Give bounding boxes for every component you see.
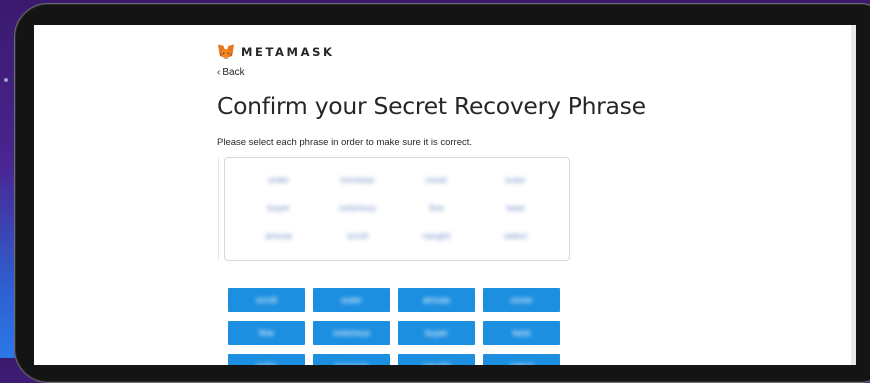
word-button-label: increase	[334, 361, 368, 365]
word-button[interactable]: select	[483, 354, 560, 365]
word-button[interactable]: fine	[228, 321, 305, 345]
word-button-label: amuse	[422, 295, 450, 305]
selected-word[interactable]: naught	[397, 228, 476, 244]
page-title: Confirm your Secret Recovery Phrase	[217, 92, 646, 120]
word-button[interactable]: scroll	[228, 288, 305, 312]
selected-phrase-area: order increase cover outer buyer notorio…	[218, 157, 570, 261]
word-button[interactable]: buyer	[398, 321, 475, 345]
selected-word[interactable]: amuse	[239, 228, 318, 244]
back-link[interactable]: ‹ Back	[217, 67, 245, 78]
brand-name: METAMASK	[241, 45, 335, 59]
brand-header: METAMASK	[217, 42, 637, 62]
word-button-label: buyer	[425, 328, 448, 338]
word-button[interactable]: amuse	[398, 288, 475, 312]
selected-word[interactable]: fine	[397, 200, 476, 216]
selected-word[interactable]: outer	[476, 172, 555, 188]
back-label: Back	[222, 67, 245, 78]
word-button[interactable]: outer	[313, 288, 390, 312]
selected-word[interactable]: order	[239, 172, 318, 188]
word-button[interactable]: order	[228, 354, 305, 365]
divider	[218, 158, 219, 260]
word-button-label: notorious	[332, 328, 371, 338]
main-content: METAMASK ‹ Back Confirm your Secret Reco…	[217, 42, 646, 148]
selected-word[interactable]: select	[476, 228, 555, 244]
word-button[interactable]: notorious	[313, 321, 390, 345]
word-button-label: order	[256, 361, 277, 365]
word-button-grid: scroll outer amuse cover fine notorious …	[228, 288, 560, 365]
word-button[interactable]: naught	[398, 354, 475, 365]
metamask-fox-icon	[218, 44, 234, 59]
selected-word[interactable]: buyer	[239, 200, 318, 216]
word-button-label: outer	[341, 295, 362, 305]
word-button-label: select	[510, 361, 534, 365]
word-button-label: scroll	[255, 295, 277, 305]
word-button-label: fine	[259, 328, 274, 338]
background-dot	[4, 78, 8, 82]
selected-word[interactable]: cover	[397, 172, 476, 188]
word-button-label: cover	[510, 295, 533, 305]
chevron-left-icon: ‹	[217, 67, 221, 78]
selected-word[interactable]: twist	[476, 200, 555, 216]
page-subtitle: Please select each phrase in order to ma…	[217, 137, 473, 148]
selected-word[interactable]: notorious	[318, 200, 397, 216]
selected-words-grid: order increase cover outer buyer notorio…	[239, 172, 555, 244]
selected-word[interactable]: scroll	[318, 228, 397, 244]
selected-word[interactable]: increase	[318, 172, 397, 188]
word-button[interactable]: increase	[313, 354, 390, 365]
word-button-label: twist	[512, 328, 531, 338]
word-button[interactable]: twist	[483, 321, 560, 345]
word-button-label: naught	[423, 361, 451, 365]
word-button[interactable]: cover	[483, 288, 560, 312]
scrollbar[interactable]	[851, 25, 856, 365]
app-screen: METAMASK ‹ Back Confirm your Secret Reco…	[34, 25, 856, 365]
